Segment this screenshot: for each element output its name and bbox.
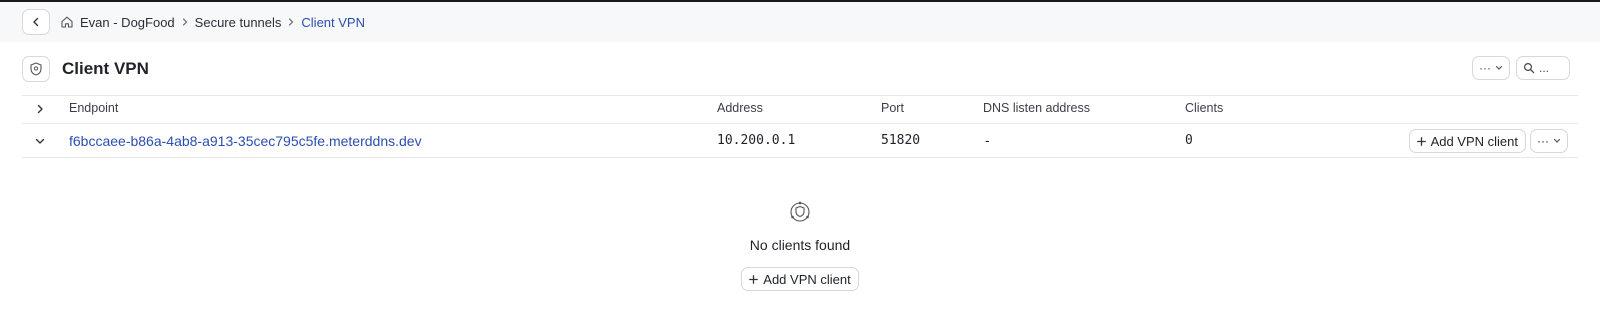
search-icon <box>1523 62 1535 74</box>
empty-add-vpn-client-label: Add VPN client <box>763 271 851 287</box>
breadcrumb-item-current: Client VPN <box>301 14 365 30</box>
breadcrumb: Evan - DogFood Secure tunnels Client VPN <box>0 2 1600 42</box>
chevron-right-icon <box>287 18 295 26</box>
plus-icon <box>749 274 759 284</box>
column-header-port[interactable]: Port <box>881 101 904 115</box>
cell-port: 51820 <box>881 133 921 148</box>
plus-icon <box>1416 136 1426 146</box>
search-placeholder: ... <box>1539 61 1550 75</box>
chevron-right-icon <box>181 18 189 26</box>
cell-dns-listen-address: - <box>985 133 990 148</box>
chevron-down-icon <box>1495 65 1503 70</box>
header-actions: ··· ... <box>1472 56 1570 80</box>
search-button[interactable]: ... <box>1516 56 1570 80</box>
add-vpn-client-label: Add VPN client <box>1430 133 1518 149</box>
table-header: Endpoint Address Port DNS listen address… <box>22 96 1578 122</box>
chevron-left-icon <box>33 17 39 27</box>
cell-address: 10.200.0.1 <box>717 133 796 148</box>
page-header: Client VPN ··· ... <box>22 55 1578 83</box>
more-icon: ··· <box>1537 134 1549 148</box>
table-row: f6bccaee-b86a-4ab8-a913-35cec795c5fe.met… <box>22 124 1578 158</box>
row-actions: Add VPN client ··· <box>1408 129 1568 153</box>
empty-state: No clients found Add VPN client <box>0 200 1600 291</box>
column-header-endpoint[interactable]: Endpoint <box>69 101 118 115</box>
column-header-clients[interactable]: Clients <box>1185 101 1223 115</box>
page-title: Client VPN <box>62 59 149 78</box>
breadcrumb-item-network[interactable]: Evan - DogFood <box>80 15 175 30</box>
vpn-client-icon <box>788 200 812 227</box>
cell-clients: 0 <box>1185 133 1193 148</box>
collapse-row-chevron-down-icon[interactable] <box>32 133 48 149</box>
more-actions-button[interactable]: ··· <box>1472 56 1510 80</box>
expand-all-chevron-right-icon[interactable] <box>32 101 48 117</box>
more-icon: ··· <box>1479 61 1491 75</box>
back-button[interactable] <box>22 9 50 35</box>
divider <box>22 157 1578 158</box>
empty-add-vpn-client-button[interactable]: Add VPN client <box>741 267 859 291</box>
row-more-button[interactable]: ··· <box>1530 129 1568 153</box>
home-icon[interactable] <box>60 15 74 29</box>
chevron-down-icon <box>1553 138 1561 143</box>
empty-state-title: No clients found <box>749 237 851 253</box>
column-header-address[interactable]: Address <box>717 101 763 115</box>
add-vpn-client-button[interactable]: Add VPN client <box>1408 129 1526 153</box>
vpn-shield-icon <box>22 56 50 82</box>
endpoint-link[interactable]: f6bccaee-b86a-4ab8-a913-35cec795c5fe.met… <box>69 133 422 149</box>
column-header-dns-listen-address[interactable]: DNS listen address <box>983 101 1090 115</box>
breadcrumb-item-secure-tunnels[interactable]: Secure tunnels <box>195 15 282 30</box>
